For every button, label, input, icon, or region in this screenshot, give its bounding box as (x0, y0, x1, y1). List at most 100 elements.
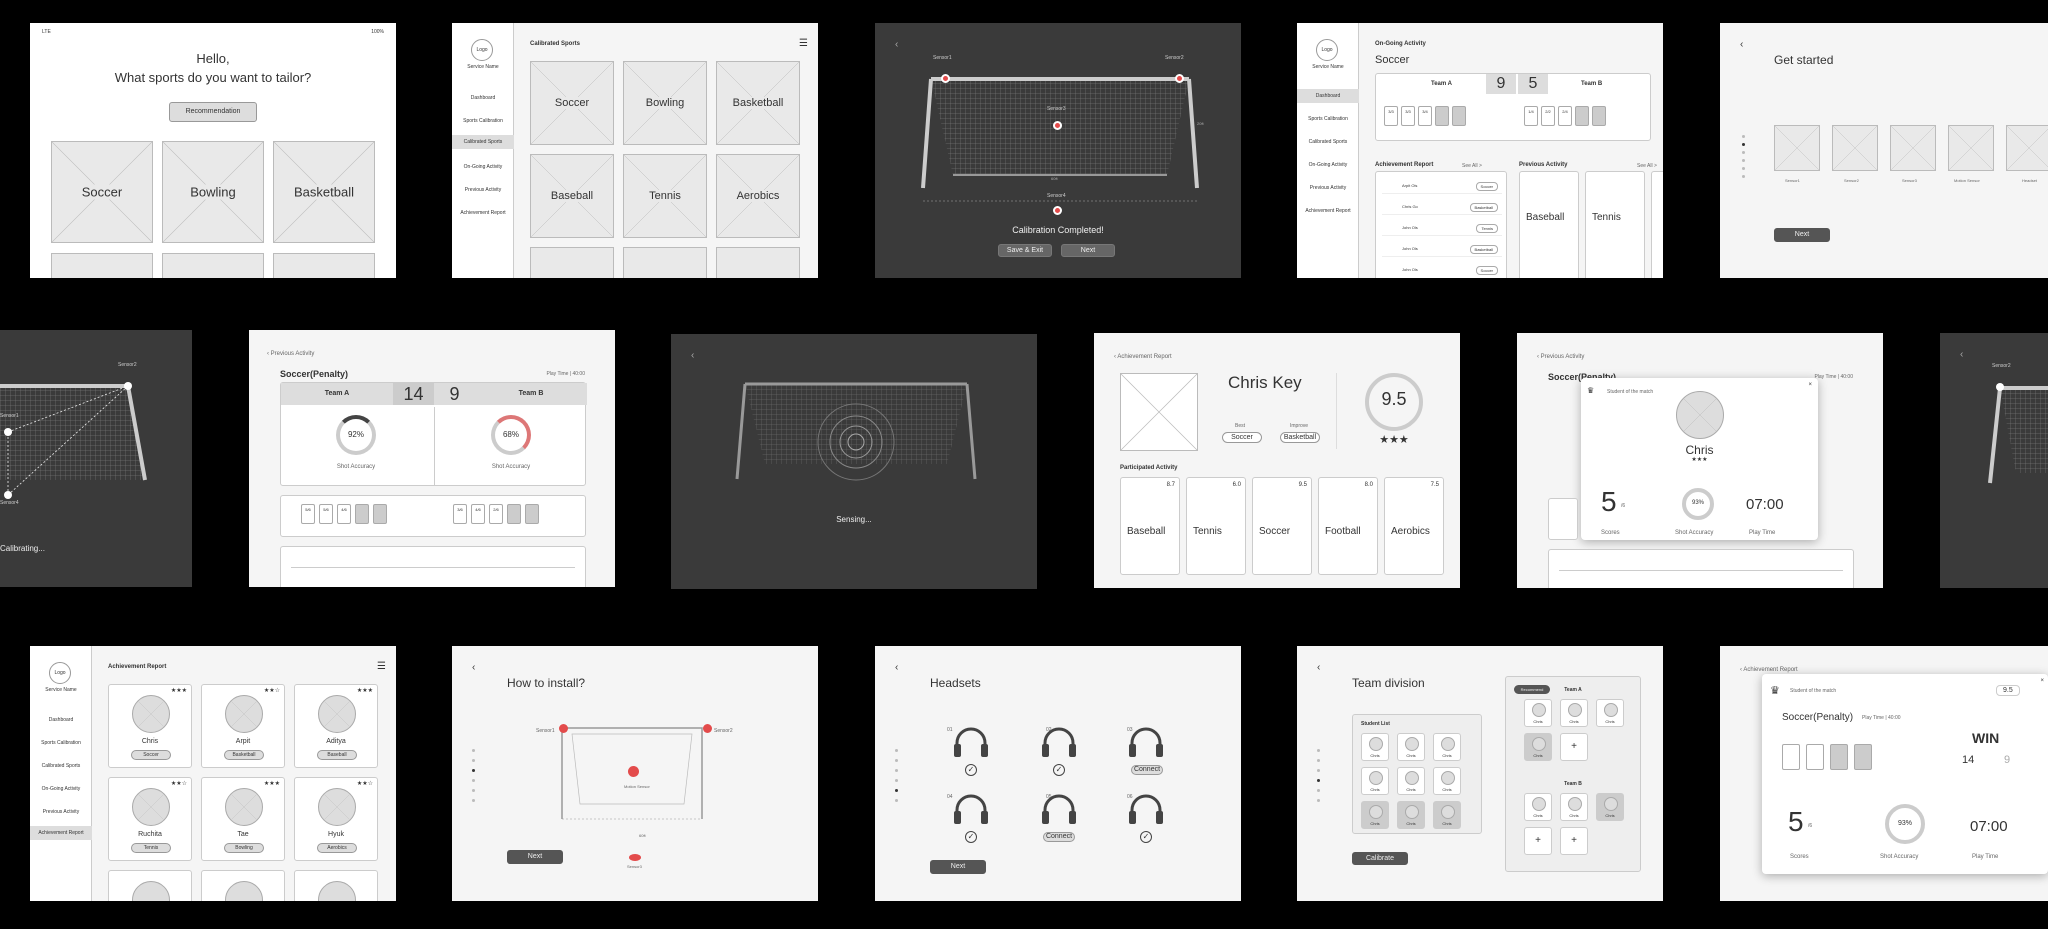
sidebar-item-previous[interactable]: Previous Activity (30, 807, 92, 817)
next-button[interactable]: Next (930, 860, 986, 874)
sport-card-bowling[interactable]: Bowling (162, 141, 264, 243)
team-slot[interactable]: Chris (1524, 699, 1552, 727)
student-tile[interactable]: Chris (1433, 733, 1461, 761)
team-slot[interactable]: Chris (1524, 733, 1552, 761)
close-icon[interactable]: × (1808, 382, 1812, 388)
team-slot[interactable]: Chris (1560, 793, 1588, 821)
save-exit-button[interactable]: Save & Exit (998, 244, 1052, 257)
sport-card[interactable] (273, 253, 375, 278)
student-tile[interactable]: Chris (1397, 733, 1425, 761)
next-button[interactable]: Next (1774, 228, 1830, 242)
sport-card-aerobics[interactable]: Aerobics (716, 154, 800, 238)
menu-icon[interactable]: ☰ (377, 661, 386, 672)
back-link[interactable]: ‹ Achievement Report (1740, 667, 1798, 673)
activity-card[interactable]: 8.0 Football (1318, 477, 1378, 575)
back-link[interactable]: ‹ Achievement Report (1114, 354, 1172, 360)
sidebar-item-previous[interactable]: Previous Activity (1297, 183, 1359, 193)
sidebar-item-achievement[interactable]: Achievement Report (30, 826, 92, 840)
sidebar-item-achievement[interactable]: Achievement Report (1297, 206, 1359, 216)
sport-card[interactable] (716, 247, 800, 278)
see-all-link[interactable]: See All > (1462, 163, 1482, 169)
sport-card[interactable] (623, 247, 707, 278)
list-item[interactable]: John Ols Soccer (1382, 262, 1502, 278)
sidebar-item-dashboard[interactable]: Dashboard (30, 715, 92, 725)
person-card[interactable]: ★★☆ Hyuk Aerobics (294, 777, 378, 861)
list-item[interactable]: Chris Go Basketball (1382, 199, 1502, 215)
connect-button[interactable]: Connect (1043, 832, 1075, 842)
person-card[interactable]: ★★★ Aditya Baseball (294, 684, 378, 768)
sport-card-bowling[interactable]: Bowling (623, 61, 707, 145)
sidebar-item-previous[interactable]: Previous Activity (452, 185, 514, 195)
activity-card[interactable]: 9.5 Soccer (1252, 477, 1312, 575)
list-item[interactable]: John Ols Basketball (1382, 241, 1502, 257)
connect-button[interactable]: Connect (1131, 765, 1163, 775)
sidebar-item-calibrated-sports[interactable]: Calibrated Sports (452, 135, 514, 149)
next-button[interactable]: Next (1061, 244, 1115, 257)
sensor-slot[interactable] (1832, 125, 1878, 171)
sidebar-item-achievement[interactable]: Achievement Report (452, 208, 514, 218)
activity-card[interactable]: 7.5 Aerobics (1384, 477, 1444, 575)
person-card[interactable]: ★★☆ Ruchita Tennis (108, 777, 192, 861)
sport-card-soccer[interactable]: Soccer (51, 141, 153, 243)
sport-card-basketball[interactable]: Basketball (273, 141, 375, 243)
sport-card[interactable] (530, 247, 614, 278)
calibrate-button[interactable]: Calibrate (1352, 852, 1408, 865)
sport-card-soccer[interactable]: Soccer (530, 61, 614, 145)
person-card[interactable]: ★★★ Tae Bowling (201, 777, 285, 861)
student-tile[interactable]: Chris (1361, 767, 1389, 795)
team-slot[interactable]: Chris (1596, 793, 1624, 821)
prev-card[interactable] (1651, 171, 1663, 278)
back-icon[interactable]: ‹ (895, 662, 898, 673)
student-tile[interactable]: Chris (1397, 767, 1425, 795)
person-card[interactable]: ★★☆ Arpit Basketball (201, 684, 285, 768)
person-card[interactable] (201, 870, 285, 901)
sidebar-item-dashboard[interactable]: Dashboard (1297, 89, 1359, 103)
see-all-link[interactable]: See All > (1637, 163, 1657, 169)
sensor-slot[interactable] (1890, 125, 1936, 171)
student-tile[interactable]: Chris (1397, 801, 1425, 829)
close-icon[interactable]: × (2040, 678, 2044, 684)
person-card[interactable] (108, 870, 192, 901)
add-member-button[interactable]: + (1524, 827, 1552, 855)
sidebar-item-sports-calibration[interactable]: Sports Calibration (452, 116, 514, 126)
sidebar-item-ongoing[interactable]: On-Going Activity (452, 162, 514, 172)
sidebar-item-calibrated-sports[interactable]: Calibrated Sports (30, 761, 92, 771)
list-item[interactable]: Arpit Ols Soccer (1382, 178, 1502, 194)
sport-card-tennis[interactable]: Tennis (623, 154, 707, 238)
team-slot[interactable]: Chris (1524, 793, 1552, 821)
student-tile[interactable]: Chris (1361, 801, 1389, 829)
next-button[interactable]: Next (507, 850, 563, 864)
prev-card-baseball[interactable]: Baseball (1519, 171, 1579, 278)
team-slot[interactable]: Chris (1560, 699, 1588, 727)
sidebar-item-dashboard[interactable]: Dashboard (452, 93, 514, 103)
person-card[interactable] (294, 870, 378, 901)
sport-card-basketball[interactable]: Basketball (716, 61, 800, 145)
back-icon[interactable]: ‹ (691, 350, 694, 361)
sport-card[interactable] (162, 253, 264, 278)
student-tile[interactable]: Chris (1433, 767, 1461, 795)
list-item[interactable]: John Ols Tennis (1382, 220, 1502, 236)
back-link[interactable]: ‹ Previous Activity (267, 351, 314, 357)
sidebar-item-ongoing[interactable]: On-Going Activity (30, 784, 92, 794)
activity-card[interactable]: 8.7 Baseball (1120, 477, 1180, 575)
sidebar-item-ongoing[interactable]: On-Going Activity (1297, 160, 1359, 170)
back-icon[interactable]: ‹ (1960, 349, 1963, 360)
back-icon[interactable]: ‹ (1317, 662, 1320, 673)
back-icon[interactable]: ‹ (895, 39, 898, 50)
add-member-button[interactable]: + (1560, 733, 1588, 761)
activity-card[interactable]: 6.0 Tennis (1186, 477, 1246, 575)
team-slot[interactable]: Chris (1596, 699, 1624, 727)
menu-icon[interactable]: ☰ (799, 38, 808, 49)
add-member-button[interactable]: + (1560, 827, 1588, 855)
sensor-slot[interactable] (1948, 125, 1994, 171)
sidebar-item-sports-calibration[interactable]: Sports Calibration (1297, 114, 1359, 124)
person-card[interactable]: ★★★ Chris Soccer (108, 684, 192, 768)
prev-card-tennis[interactable]: Tennis (1585, 171, 1645, 278)
sensor-slot[interactable] (2006, 125, 2048, 171)
sidebar-item-calibrated-sports[interactable]: Calibrated Sports (1297, 137, 1359, 147)
sensor-slot[interactable] (1774, 125, 1820, 171)
back-icon[interactable]: ‹ (472, 662, 475, 673)
back-icon[interactable]: ‹ (1740, 39, 1743, 50)
sport-card[interactable] (51, 253, 153, 278)
sidebar-item-sports-calibration[interactable]: Sports Calibration (30, 738, 92, 748)
